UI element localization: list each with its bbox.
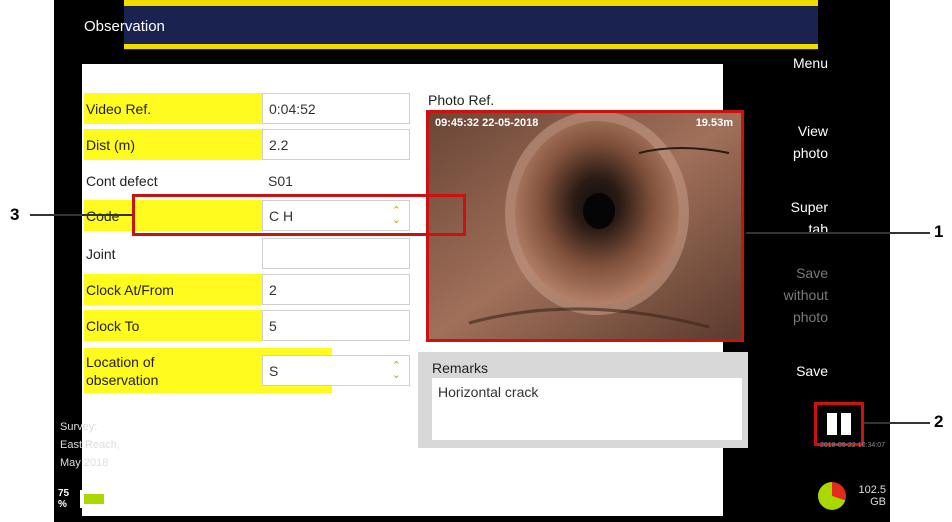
storage-indicator: 102.5 GB xyxy=(850,484,886,508)
save-button[interactable]: Save xyxy=(764,360,836,382)
storage-pie-icon xyxy=(818,482,846,510)
dist-field[interactable]: 2.2 xyxy=(262,129,410,160)
battery-percent: 75 % xyxy=(58,488,69,510)
remarks-textarea[interactable]: Horizontal crack xyxy=(432,378,742,440)
pause-icon xyxy=(827,413,837,435)
observation-header xyxy=(124,0,818,50)
callout-box-code xyxy=(132,194,466,236)
super-tab-label-2: tab xyxy=(808,221,828,237)
battery-icon xyxy=(80,490,114,508)
callout-number-1: 1 xyxy=(934,222,944,241)
pause-icon-bar xyxy=(841,413,851,435)
callout-line-3 xyxy=(30,214,134,216)
save-without-label-3: photo xyxy=(792,309,828,325)
storage-amount: 102.5 xyxy=(858,484,886,496)
photo-ref-label: Photo Ref. xyxy=(428,92,495,108)
save-without-label-1: Save xyxy=(796,265,828,281)
up-down-spinner-icon[interactable]: ⌃ ⌄ xyxy=(392,360,401,380)
clock-to-field[interactable]: 5 xyxy=(262,310,410,341)
page-title: Observation xyxy=(84,18,165,35)
video-ref-field[interactable]: 0:04:52 xyxy=(262,93,410,124)
photo-distance: 19.53m xyxy=(695,117,733,129)
storage-unit: GB xyxy=(870,496,886,508)
header-bottom-stripe xyxy=(124,44,818,49)
super-tab-label-1: Super xyxy=(790,199,828,215)
location-label-text: Location of observation xyxy=(86,353,159,388)
cont-defect-value: S01 xyxy=(268,172,293,189)
location-select[interactable]: S ⌃ ⌄ xyxy=(262,355,410,386)
callout-number-3: 3 xyxy=(10,205,20,224)
battery-percent-unit: % xyxy=(58,499,67,510)
joint-field[interactable] xyxy=(262,238,410,269)
view-photo-button[interactable]: View photo xyxy=(764,120,836,164)
view-photo-label-1: View xyxy=(797,123,828,139)
photo-timestamp: 09:45:32 22-05-2018 xyxy=(435,117,539,129)
location-value: S xyxy=(269,362,279,379)
menu-button[interactable]: Menu xyxy=(764,52,836,74)
survey-info: Survey: East Reach, May 2018 xyxy=(60,418,120,472)
remarks-label: Remarks xyxy=(432,360,489,376)
pause-button[interactable] xyxy=(814,402,864,446)
save-without-photo-button[interactable]: Save without photo xyxy=(764,262,836,328)
battery-fill xyxy=(84,494,104,504)
callout-line-1 xyxy=(746,232,930,234)
survey-label: Survey: xyxy=(60,421,98,433)
header-top-stripe xyxy=(124,0,818,6)
pipe-image-icon xyxy=(429,113,741,339)
callout-line-2 xyxy=(864,422,930,424)
recording-time: 2018-05-22 10:34:07 xyxy=(820,442,885,449)
save-without-label-2: without xyxy=(783,287,828,303)
view-photo-label-2: photo xyxy=(792,145,828,161)
survey-name-2: May 2018 xyxy=(60,457,109,469)
clock-from-field[interactable]: 2 xyxy=(262,274,410,305)
callout-number-2: 2 xyxy=(934,412,944,431)
battery-percent-value: 75 xyxy=(58,488,70,499)
survey-name-1: East Reach, xyxy=(60,439,120,451)
pipe-photo[interactable]: 09:45:32 22-05-2018 19.53m xyxy=(426,110,744,342)
